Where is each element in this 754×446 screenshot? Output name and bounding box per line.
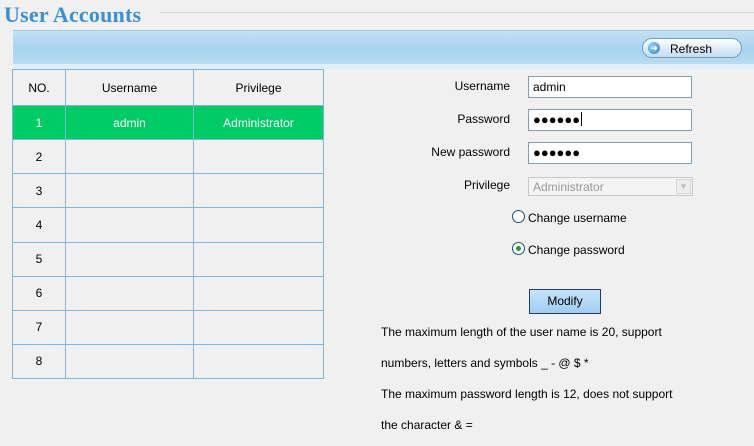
row-number: 8 — [12, 343, 66, 380]
row-username — [65, 241, 194, 277]
table-row[interactable]: 5 — [12, 241, 324, 277]
column-header-username: Username — [65, 68, 194, 107]
row-number: 4 — [12, 207, 66, 243]
row-number: 1 — [12, 105, 66, 141]
new-password-row: New password ●●●●●● — [330, 142, 710, 164]
row-privilege — [193, 309, 324, 345]
new-password-field[interactable]: ●●●●●● — [528, 142, 692, 164]
row-privilege — [193, 241, 324, 277]
note-line: The maximum password length is 12, does … — [381, 387, 673, 401]
row-username — [65, 343, 194, 380]
refresh-label: Refresh — [670, 42, 713, 56]
row-username: admin — [65, 105, 194, 141]
column-header-no: NO. — [12, 68, 66, 107]
note-line: numbers, letters and symbols _ - @ $ * — [381, 356, 589, 370]
row-privilege: Administrator — [193, 105, 324, 141]
password-row: Password ●●●●●● — [330, 109, 710, 131]
column-header-privilege: Privilege — [193, 68, 324, 107]
row-username — [65, 139, 194, 175]
privilege-row: Privilege Administrator ▼ — [330, 177, 710, 199]
user-table: NO. Username Privilege 1 admin Administr… — [12, 68, 324, 380]
password-field[interactable]: ●●●●●● — [528, 109, 692, 131]
change-username-option[interactable]: Change username — [512, 210, 627, 226]
row-privilege — [193, 343, 324, 380]
table-header-row: NO. Username Privilege — [12, 68, 324, 107]
row-number: 6 — [12, 275, 66, 311]
change-password-radio[interactable] — [512, 242, 525, 255]
table-row[interactable]: 8 — [12, 343, 324, 380]
modify-button[interactable]: Modify — [529, 289, 601, 314]
row-number: 7 — [12, 309, 66, 345]
toolbar: ➜ Refresh — [13, 30, 754, 65]
note-line: The maximum length of the user name is 2… — [381, 325, 662, 339]
row-privilege — [193, 139, 324, 175]
username-field[interactable]: admin — [528, 76, 692, 98]
row-username — [65, 173, 194, 209]
table-row[interactable]: 7 — [12, 309, 324, 345]
change-username-radio[interactable] — [512, 210, 525, 223]
text-caret — [581, 112, 583, 126]
privilege-label: Privilege — [463, 178, 510, 192]
password-value: ●●●●●● — [533, 112, 581, 127]
new-password-label: New password — [431, 145, 510, 159]
row-privilege — [193, 207, 324, 243]
table-row[interactable]: 3 — [12, 173, 324, 209]
change-password-label: Change password — [528, 243, 625, 257]
refresh-button[interactable]: ➜ Refresh — [642, 38, 742, 58]
row-username — [65, 309, 194, 345]
privilege-select-value: Administrator — [533, 180, 604, 194]
password-label: Password — [457, 112, 510, 126]
change-password-option[interactable]: Change password — [512, 242, 625, 258]
privilege-select[interactable]: Administrator ▼ — [528, 177, 693, 196]
row-number: 5 — [12, 241, 66, 277]
table-row[interactable]: 4 — [12, 207, 324, 243]
row-privilege — [193, 173, 324, 209]
row-username — [65, 207, 194, 243]
new-password-value: ●●●●●● — [533, 145, 581, 160]
page-title: User Accounts — [4, 2, 142, 27]
username-row: Username admin — [330, 76, 710, 98]
chevron-down-icon: ▼ — [676, 179, 691, 194]
note-line: the character & = — [381, 418, 473, 432]
row-username — [65, 275, 194, 311]
table-row[interactable]: 2 — [12, 139, 324, 175]
refresh-icon: ➜ — [648, 42, 660, 54]
username-label: Username — [454, 79, 510, 93]
table-row[interactable]: 6 — [12, 275, 324, 311]
row-number: 3 — [12, 173, 66, 209]
row-number: 2 — [12, 139, 66, 175]
table-row[interactable]: 1 admin Administrator — [12, 105, 324, 141]
title-divider — [160, 12, 754, 13]
row-privilege — [193, 275, 324, 311]
change-username-label: Change username — [528, 211, 627, 225]
